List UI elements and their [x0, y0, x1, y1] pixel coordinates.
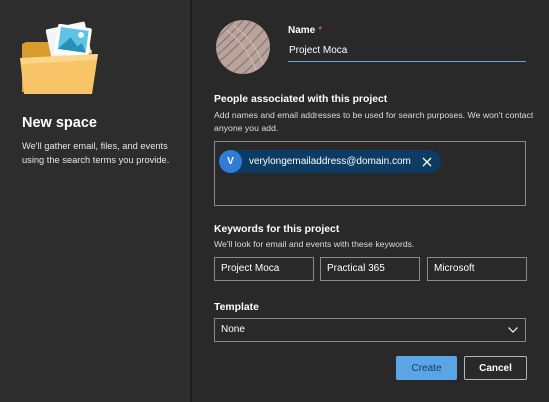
chevron-down-icon: [508, 327, 518, 333]
name-label: Name *: [288, 25, 322, 36]
keywords-section-description: We'll look for email and events with the…: [214, 239, 415, 249]
people-input[interactable]: V verylongemailaddress@domain.com: [214, 141, 526, 206]
page-description: We'll gather email, files, and events us…: [22, 141, 170, 165]
people-section-description: Add names and email addresses to be used…: [214, 110, 534, 133]
form-pane: Name * Project Moca People associated wit…: [192, 0, 549, 402]
name-input[interactable]: Project Moca: [288, 42, 526, 62]
template-selected-value: None: [221, 324, 245, 335]
person-email: verylongemailaddress@domain.com: [249, 156, 411, 167]
name-label-text: Name: [288, 25, 316, 36]
keyword-input-1[interactable]: Project Moca: [214, 257, 314, 281]
required-marker: *: [318, 25, 323, 36]
people-section-title: People associated with this project: [214, 94, 388, 105]
keywords-section-title: Keywords for this project: [214, 224, 340, 235]
cancel-button[interactable]: Cancel: [464, 356, 527, 380]
close-icon[interactable]: [419, 154, 435, 170]
keyword-input-3[interactable]: Microsoft: [427, 257, 527, 281]
page-title: New space: [22, 115, 97, 131]
template-select[interactable]: None: [214, 318, 526, 342]
person-chip[interactable]: V verylongemailaddress@domain.com: [219, 150, 441, 173]
person-avatar: V: [219, 150, 242, 173]
folder-with-photo-icon: [20, 21, 98, 94]
project-avatar[interactable]: [216, 20, 270, 74]
left-pane: New space We'll gather email, files, and…: [0, 0, 190, 402]
keyword-input-2[interactable]: Practical 365: [320, 257, 420, 281]
template-label: Template: [214, 302, 259, 313]
create-button[interactable]: Create: [396, 356, 457, 380]
